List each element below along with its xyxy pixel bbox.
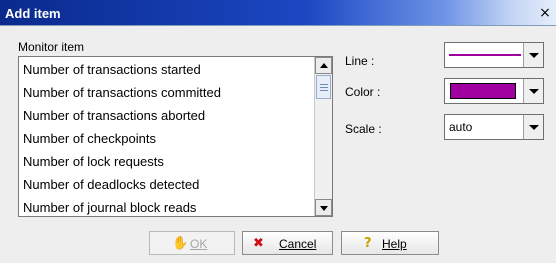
dropdown-arrow[interactable] <box>523 115 543 139</box>
list-item[interactable]: Number of transactions started <box>23 58 313 81</box>
line-sample <box>449 54 521 56</box>
window-title: Add item <box>5 6 61 21</box>
ok-button[interactable]: ✋ OK <box>149 231 235 255</box>
scroll-down-button[interactable] <box>315 199 332 216</box>
arrow-up-icon <box>320 63 328 68</box>
question-icon: ? <box>364 236 372 251</box>
grip-icon <box>320 87 328 88</box>
color-dropdown[interactable] <box>444 78 544 104</box>
color-label: Color : <box>345 85 381 99</box>
close-icon[interactable]: × <box>536 4 554 22</box>
hand-icon: ✋ <box>172 236 189 251</box>
scroll-up-button[interactable] <box>315 57 332 74</box>
chevron-down-icon <box>529 89 539 94</box>
list-item[interactable]: Number of deadlocks detected <box>23 173 313 196</box>
list-item[interactable]: Number of checkpoints <box>23 127 313 150</box>
scale-value: auto <box>449 120 473 134</box>
list-item[interactable]: Number of transactions aborted <box>23 104 313 127</box>
grip-icon <box>320 84 328 85</box>
line-label: Line : <box>345 54 375 68</box>
scale-label: Scale : <box>345 122 382 136</box>
scale-dropdown[interactable]: auto <box>444 114 544 140</box>
help-label: Help <box>382 237 407 251</box>
help-button[interactable]: ? Help <box>341 231 439 255</box>
chevron-down-icon <box>529 53 539 58</box>
monitor-item-label: Monitor item <box>18 40 85 54</box>
list-item[interactable]: Number of journal block reads <box>23 196 313 216</box>
red-x-icon: ✖ <box>253 236 264 251</box>
list-item[interactable]: Number of transactions committed <box>23 81 313 104</box>
scroll-thumb[interactable] <box>316 75 331 99</box>
color-swatch <box>450 83 516 99</box>
title-bar: Add item × <box>0 0 556 26</box>
grip-icon <box>320 90 328 91</box>
vertical-scrollbar[interactable] <box>314 57 332 216</box>
ok-label: OK <box>190 237 208 251</box>
cancel-button[interactable]: ✖ Cancel <box>242 231 333 255</box>
arrow-down-icon <box>320 206 328 211</box>
chevron-down-icon <box>529 125 539 130</box>
dropdown-arrow[interactable] <box>523 79 543 103</box>
monitor-item-list[interactable]: Number of transactions started Number of… <box>18 56 333 217</box>
dropdown-arrow[interactable] <box>523 43 543 67</box>
cancel-label: Cancel <box>279 237 317 251</box>
line-style-dropdown[interactable] <box>444 42 544 68</box>
list-item[interactable]: Number of lock requests <box>23 150 313 173</box>
